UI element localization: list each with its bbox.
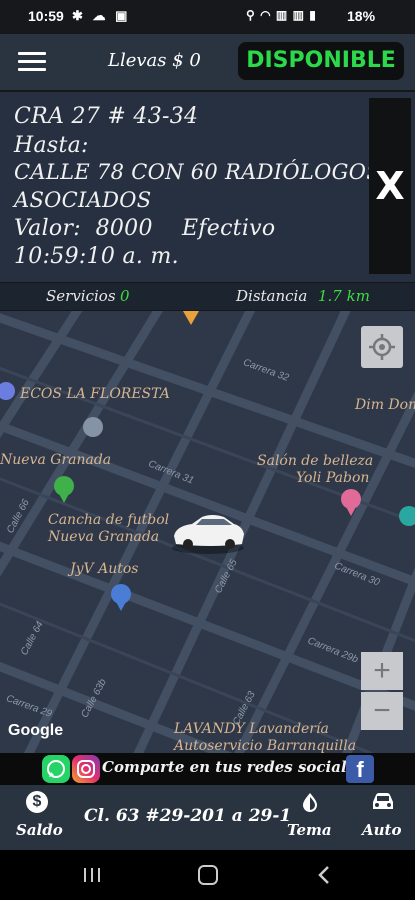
trip-destination-line1: CALLE 78 CON 60 RADIÓLOGOS: [14, 160, 381, 184]
place-label: LAVANDY Lavandería: [174, 721, 329, 737]
place-label: Yoli Pabon: [296, 470, 370, 486]
place-label: ECOS LA FLORESTA: [20, 386, 170, 402]
place-label: Nueva Granada: [48, 529, 160, 545]
theme-button[interactable]: Tema: [287, 821, 332, 839]
battery-level: 18%: [347, 8, 376, 24]
place-label: JyV Autos: [70, 561, 139, 577]
my-location-button[interactable]: [361, 326, 403, 368]
theme-icon[interactable]: [299, 791, 321, 813]
notification-icons: ✱ ☁ ▣: [72, 8, 131, 23]
dollar-icon[interactable]: $: [26, 791, 48, 813]
services-label: Servicios: [46, 287, 116, 305]
status-time: 10:59: [28, 8, 64, 24]
place-label: Salón de belleza: [257, 453, 374, 469]
close-trip-button[interactable]: X: [369, 98, 411, 274]
trip-value: Valor: 8000 Efectivo: [14, 216, 276, 241]
place-label: Nueva Granada: [0, 452, 112, 468]
facebook-icon[interactable]: f: [346, 755, 374, 783]
home-icon[interactable]: [198, 865, 218, 885]
trip-to-label: Hasta:: [14, 133, 89, 158]
current-address: Cl. 63 #29-201 a 29-1: [84, 806, 292, 826]
crosshair-icon: [369, 334, 395, 360]
system-icons: ⚲ ◠ ▥ ▥ ▮: [246, 8, 317, 22]
recents-icon[interactable]: [82, 866, 102, 884]
car-marker: [172, 515, 244, 554]
trip-origin: CRA 27 # 43-34: [14, 104, 199, 129]
place-label: Dim Dom: [355, 397, 415, 413]
distance-label: Distancia: [236, 287, 308, 305]
availability-button[interactable]: DISPONIBLE: [238, 42, 404, 80]
trip-time: 10:59:10 a. m.: [14, 244, 179, 269]
earnings-label: Llevas $ 0: [108, 50, 201, 71]
map-view[interactable]: ECOS LA FLORESTA Dim Dom Nueva Granada S…: [0, 311, 415, 753]
share-text: Comparte en tus redes sociales: [102, 758, 365, 776]
back-icon[interactable]: [316, 864, 332, 886]
status-bar: 10:59 ✱ ☁ ▣ ⚲ ◠ ▥ ▥ ▮ 18%: [0, 0, 415, 34]
menu-icon[interactable]: [18, 52, 46, 72]
stats-bar: Servicios 0 Distancia 1.7 km: [0, 283, 415, 310]
zoom-out-button[interactable]: −: [361, 692, 403, 730]
place-label: Autoservicio Barranquilla: [174, 738, 357, 753]
zoom-in-button[interactable]: +: [361, 652, 403, 690]
services-value: 0: [120, 287, 130, 305]
place-label: Cancha de futbol: [48, 512, 170, 528]
trip-destination-line2: ASOCIADOS: [14, 188, 152, 212]
whatsapp-icon[interactable]: [42, 755, 70, 783]
instagram-icon[interactable]: [72, 755, 100, 783]
auto-button[interactable]: Auto: [362, 821, 401, 839]
distance-value: 1.7 km: [318, 287, 370, 305]
map-attribution: Google: [8, 722, 64, 739]
car-icon[interactable]: [370, 791, 396, 813]
balance-button[interactable]: Saldo: [16, 821, 63, 839]
